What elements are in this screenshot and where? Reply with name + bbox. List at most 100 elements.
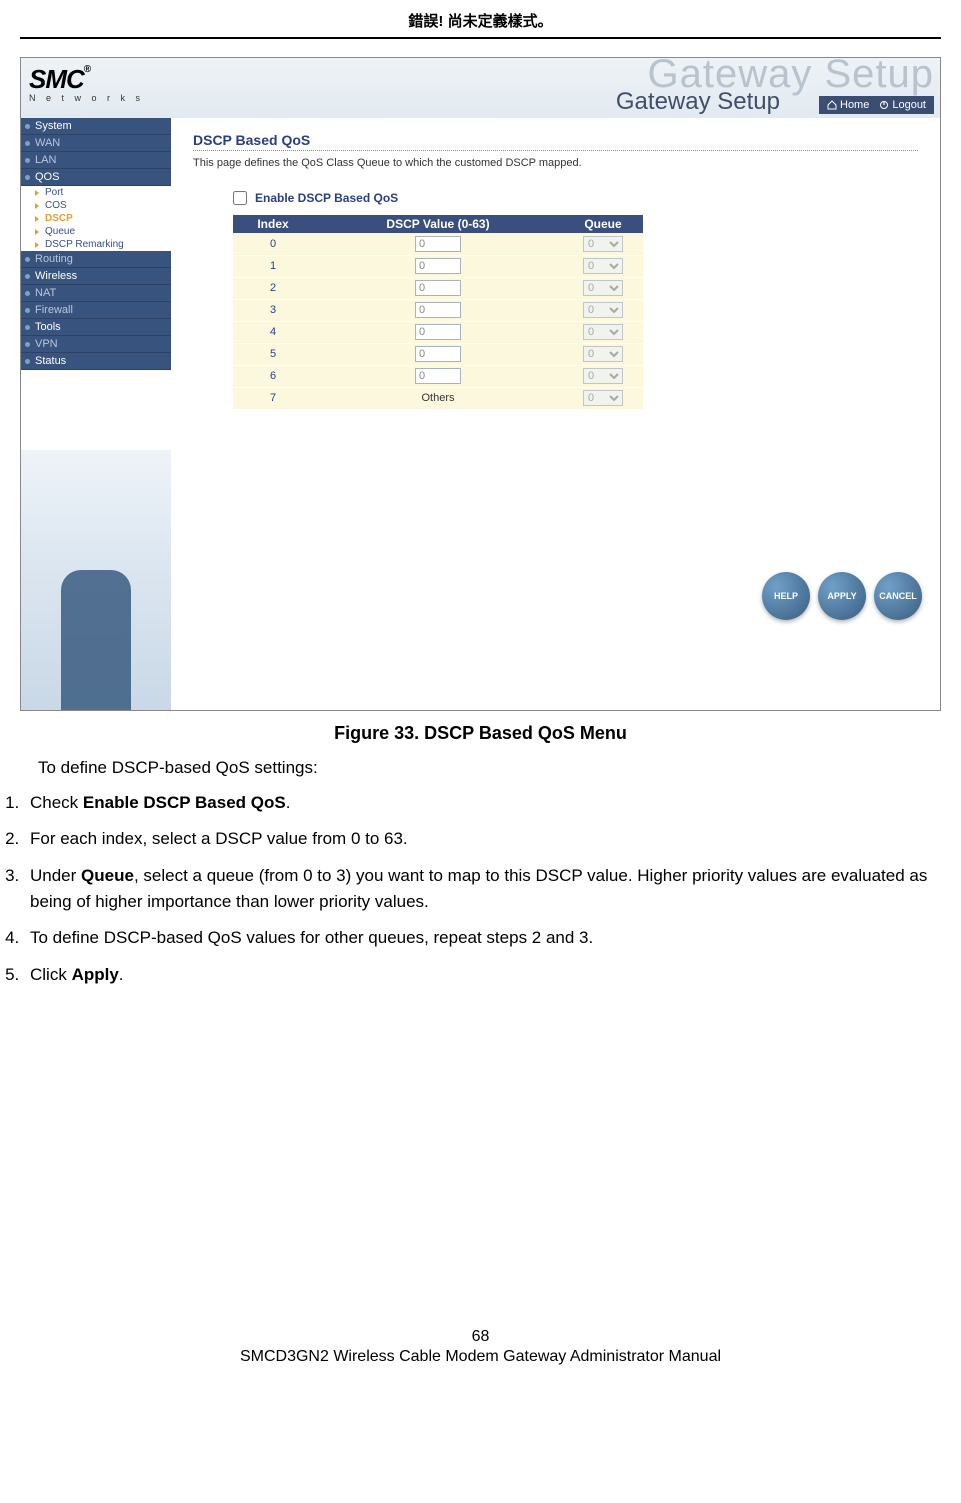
embedded-screenshot: SMC® N e t w o r k s Gateway Setup Gatew…	[20, 57, 941, 711]
dscp-input[interactable]	[415, 302, 461, 318]
dscp-input[interactable]	[415, 324, 461, 340]
cell-index: 3	[233, 299, 313, 321]
cell-dscp	[313, 277, 563, 299]
queue-select[interactable]: 0	[583, 390, 623, 406]
registered-icon: ®	[84, 64, 90, 75]
sidebar-decorative-image	[21, 450, 171, 710]
app-body: System WAN LAN QOS Port COS DSCP Queue D…	[21, 118, 940, 710]
queue-select[interactable]: 0	[583, 280, 623, 296]
table-row: 50	[233, 343, 643, 365]
step-3-a: Under	[30, 866, 81, 885]
sidebar-figure-silhouette	[61, 570, 131, 710]
cell-dscp	[313, 321, 563, 343]
header-divider	[20, 37, 941, 39]
apply-button[interactable]: APPLY	[818, 572, 866, 620]
queue-select[interactable]: 0	[583, 302, 623, 318]
home-label: Home	[840, 99, 869, 111]
nav-status[interactable]: Status	[21, 353, 171, 370]
steps-list: Check Enable DSCP Based QoS. For each in…	[24, 790, 941, 988]
step-1: Check Enable DSCP Based QoS.	[24, 790, 941, 816]
enable-dscp-checkbox[interactable]	[233, 191, 247, 205]
dscp-input[interactable]	[415, 280, 461, 296]
nav-qos[interactable]: QOS	[21, 169, 171, 186]
step-1-bold: Enable DSCP Based QoS	[83, 793, 286, 812]
cell-dscp	[313, 343, 563, 365]
step-5-a: Click	[30, 965, 72, 984]
step-5: Click Apply.	[24, 962, 941, 988]
nav-wireless[interactable]: Wireless	[21, 268, 171, 285]
enable-row: Enable DSCP Based QoS	[233, 191, 918, 205]
nav-vpn[interactable]: VPN	[21, 336, 171, 353]
cell-dscp: Others	[313, 387, 563, 409]
home-link[interactable]: Home	[827, 99, 869, 111]
step-3: Under Queue, select a queue (from 0 to 3…	[24, 863, 941, 916]
logo-subtitle: N e t w o r k s	[29, 93, 163, 103]
nav-system[interactable]: System	[21, 118, 171, 135]
app-top-banner: SMC® N e t w o r k s Gateway Setup Gatew…	[21, 58, 940, 118]
nav-routing[interactable]: Routing	[21, 251, 171, 268]
nav-tools[interactable]: Tools	[21, 319, 171, 336]
cell-index: 1	[233, 255, 313, 277]
table-row: 7Others 0	[233, 387, 643, 409]
step-1-c: .	[286, 793, 291, 812]
table-row: 40	[233, 321, 643, 343]
queue-select[interactable]: 0	[583, 368, 623, 384]
page-number: 68	[0, 1328, 961, 1346]
table-header-row: Index DSCP Value (0-63) Queue	[233, 215, 643, 233]
help-button[interactable]: HELP	[762, 572, 810, 620]
cell-index: 4	[233, 321, 313, 343]
nav-qos-dscp-rem[interactable]: DSCP Remarking	[21, 238, 171, 251]
dscp-input[interactable]	[415, 236, 461, 252]
cell-queue: 0	[563, 343, 643, 365]
queue-select[interactable]: 0	[583, 324, 623, 340]
queue-select[interactable]: 0	[583, 258, 623, 274]
cell-index: 5	[233, 343, 313, 365]
panel-heading: DSCP Based QoS	[193, 132, 918, 151]
sidebar: System WAN LAN QOS Port COS DSCP Queue D…	[21, 118, 171, 710]
cell-queue: 0	[563, 321, 643, 343]
step-5-bold: Apply	[72, 965, 119, 984]
table-row: 00	[233, 233, 643, 255]
nav-firewall[interactable]: Firewall	[21, 302, 171, 319]
cell-index: 6	[233, 365, 313, 387]
doc-footer: 68 SMCD3GN2 Wireless Cable Modem Gateway…	[0, 1328, 961, 1386]
nav-lan[interactable]: LAN	[21, 152, 171, 169]
th-dscp-value: DSCP Value (0-63)	[313, 215, 563, 233]
main-panel: DSCP Based QoS This page defines the QoS…	[171, 118, 940, 710]
table-row: 60	[233, 365, 643, 387]
cell-index: 2	[233, 277, 313, 299]
action-buttons: HELP APPLY CANCEL	[762, 572, 922, 620]
panel-description: This page defines the QoS Class Queue to…	[193, 157, 918, 169]
figure-caption: Figure 33. DSCP Based QoS Menu	[20, 723, 941, 744]
th-queue: Queue	[563, 215, 643, 233]
nav-wan[interactable]: WAN	[21, 135, 171, 152]
logo-text: SMC®	[29, 64, 163, 95]
banner-title: Gateway Setup	[616, 88, 780, 116]
cell-dscp	[313, 255, 563, 277]
logout-label: Logout	[892, 99, 926, 111]
cell-queue: 0	[563, 255, 643, 277]
cell-dscp	[313, 365, 563, 387]
intro-line: To define DSCP-based QoS settings:	[38, 758, 941, 778]
dscp-input[interactable]	[415, 346, 461, 362]
dscp-input[interactable]	[415, 258, 461, 274]
topbar-links: Home Logout	[819, 96, 934, 114]
step-5-c: .	[119, 965, 124, 984]
cancel-button[interactable]: CANCEL	[874, 572, 922, 620]
queue-select[interactable]: 0	[583, 346, 623, 362]
dscp-input[interactable]	[415, 368, 461, 384]
table-row: 10	[233, 255, 643, 277]
nav-qos-port[interactable]: Port	[21, 186, 171, 199]
step-1-a: Check	[30, 793, 83, 812]
nav-qos-dscp[interactable]: DSCP	[21, 212, 171, 225]
cell-index: 7	[233, 387, 313, 409]
queue-select[interactable]: 0	[583, 236, 623, 252]
cell-queue: 0	[563, 299, 643, 321]
logout-icon	[879, 100, 889, 110]
step-3-c: , select a queue (from 0 to 3) you want …	[30, 866, 927, 911]
step-4: To define DSCP-based QoS values for othe…	[24, 925, 941, 951]
nav-qos-cos[interactable]: COS	[21, 199, 171, 212]
logout-link[interactable]: Logout	[879, 99, 926, 111]
nav-qos-queue[interactable]: Queue	[21, 225, 171, 238]
nav-nat[interactable]: NAT	[21, 285, 171, 302]
